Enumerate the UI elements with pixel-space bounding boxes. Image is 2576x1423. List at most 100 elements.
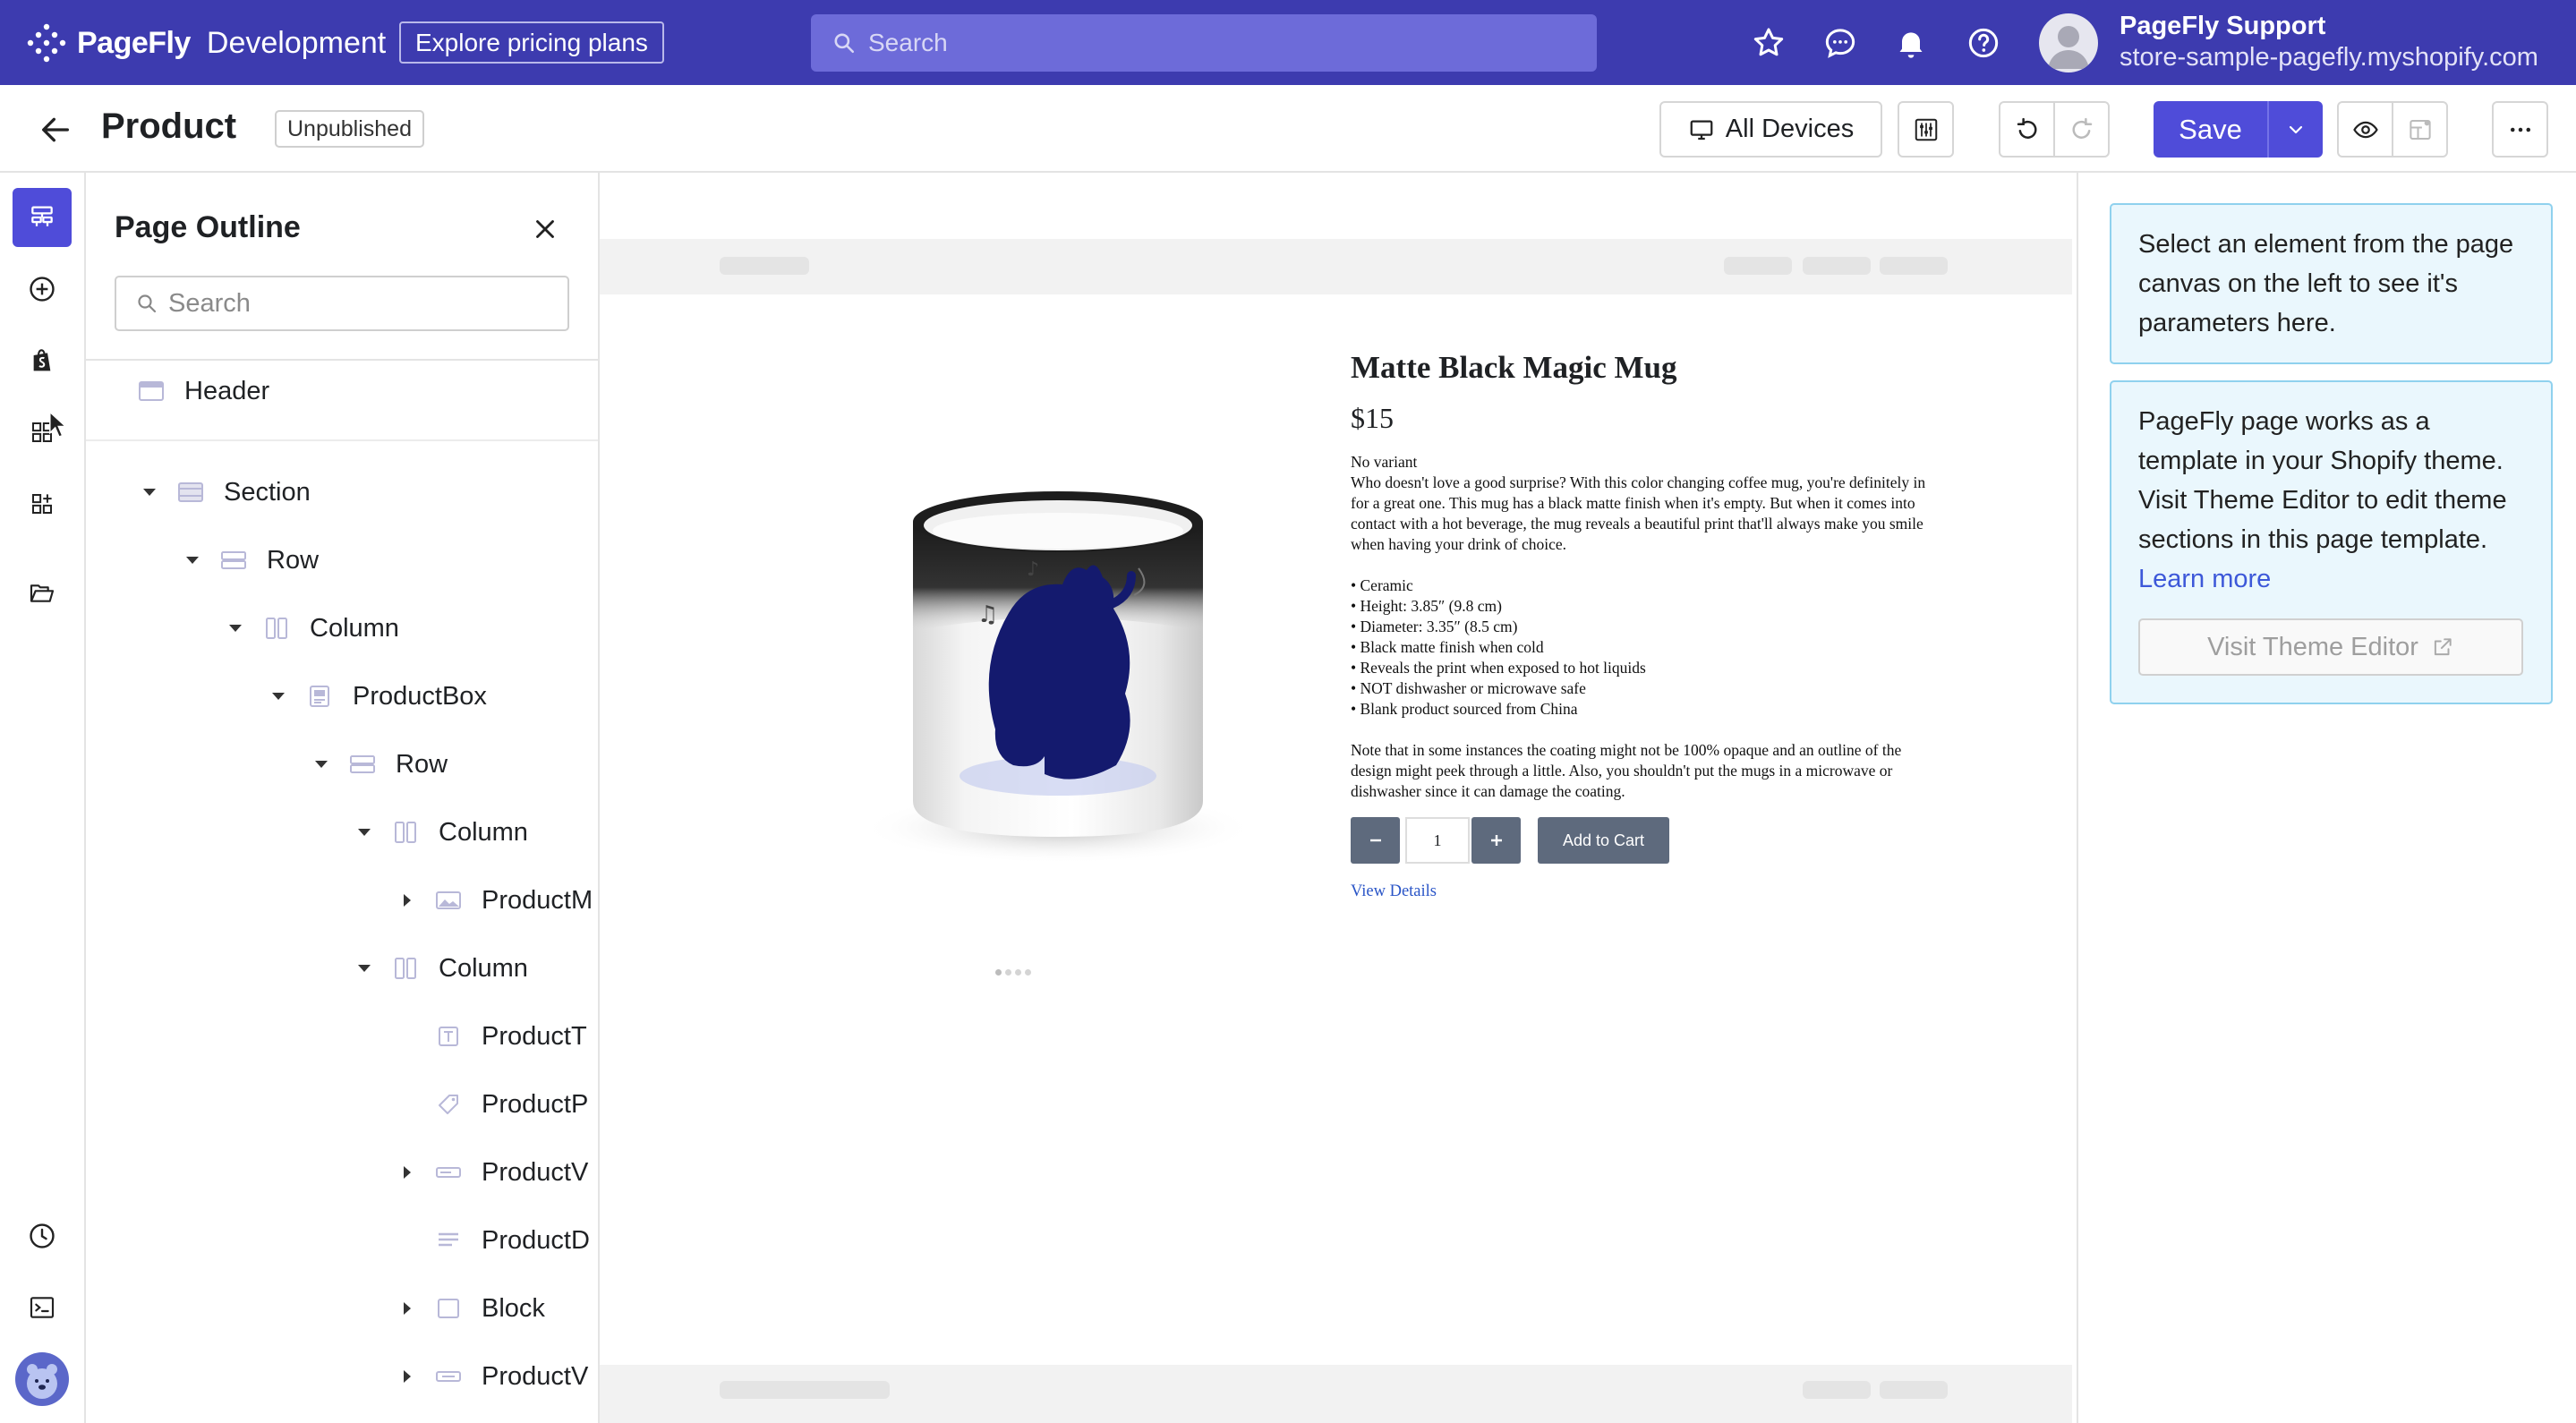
tree-item-product-price[interactable]: ProductP [399,1082,588,1127]
mascot-avatar-icon [15,1352,69,1406]
more-options-button[interactable] [2492,101,2548,158]
console-rail-button[interactable] [13,1278,72,1337]
avatar[interactable] [13,1350,72,1409]
row-icon [221,551,246,569]
column-icon [395,822,416,843]
help-icon[interactable] [1966,25,2001,61]
caret-down-icon[interactable] [356,960,372,976]
outline-search-input[interactable] [168,288,544,319]
tree-item-column[interactable]: Column [356,946,528,991]
image-carousel-dots[interactable] [995,969,1031,976]
history-icon [30,1223,55,1248]
brand-name: PageFly [77,25,191,60]
apps-rail-button[interactable] [13,474,72,533]
publish-button[interactable] [2392,101,2448,158]
skeleton-bar [1803,1381,1871,1399]
user-store[interactable]: store-sample-pagefly.myshopify.com [2120,43,2538,72]
search-icon [138,294,157,313]
tree-item-label: ProductD [482,1225,590,1255]
files-rail-button[interactable] [13,564,72,623]
terminal-icon [30,1297,55,1318]
add-to-cart-button[interactable]: Add to Cart [1538,817,1669,864]
page-outline-rail-button[interactable] [13,188,72,247]
caret-right-icon[interactable] [399,1300,415,1316]
tree-item-product-title[interactable]: ProductT [399,1014,587,1059]
tree-item-product-view-more[interactable]: ProductV [399,1354,588,1399]
all-devices-button[interactable]: All Devices [1659,101,1882,158]
close-icon[interactable] [530,214,560,244]
chat-icon[interactable] [1822,25,1858,61]
price-tag-icon [439,1095,458,1114]
product-description: No variant Who doesn't love a good surpr… [1351,452,1941,822]
caret-down-icon[interactable] [227,620,243,636]
page-title: Product [101,107,237,146]
tree-item-header[interactable]: Header [138,369,269,413]
tree-item-label: Block [482,1293,545,1323]
quantity-increase-button[interactable] [1471,817,1521,864]
product-note-text: Note that in some instances the coating … [1351,741,1902,800]
redo-button[interactable] [2053,101,2110,158]
skeleton-bar [1724,257,1792,275]
feature-item: • Height: 3.85″ (9.8 cm) [1351,597,1502,615]
explore-pricing-button[interactable]: Explore pricing plans [399,21,664,64]
carousel-dot[interactable] [1015,969,1021,976]
page-canvas[interactable]: ♫ ♪ Matte Black Magic Mug $15 No variant… [600,173,2077,1423]
tree-item-block[interactable]: Block [399,1286,545,1331]
caret-down-icon[interactable] [356,824,372,840]
tree-item-product-description[interactable]: ProductD [399,1218,590,1263]
star-icon[interactable] [1751,25,1787,61]
theme-header-placeholder [600,239,2072,294]
visit-theme-editor-button[interactable]: Visit Theme Editor [2138,618,2523,676]
caret-right-icon[interactable] [399,892,415,908]
tree-item-label: Header [184,376,270,405]
history-rail-button[interactable] [13,1206,72,1265]
undo-button[interactable] [1999,101,2055,158]
learn-more-link[interactable]: Learn more [2138,559,2524,599]
settings-sliders-button[interactable] [1898,101,1954,158]
tree-item-productbox[interactable]: ProductBox [270,674,487,719]
carousel-dot[interactable] [995,969,1002,976]
add-element-icon [30,277,55,302]
carousel-dot[interactable] [1005,969,1011,976]
tree-item-row[interactable]: Row [184,538,319,583]
tree-item-product-variant[interactable]: ProductV [399,1150,588,1195]
global-search-input[interactable]: Search [811,14,1597,72]
back-arrow-icon[interactable] [38,112,73,148]
caret-right-icon[interactable] [399,1368,415,1385]
tree-item-column[interactable]: Column [356,810,528,855]
tree-item-column[interactable]: Column [227,606,399,651]
preview-button[interactable] [2337,101,2393,158]
skeleton-bar [720,257,809,275]
view-details-link[interactable]: View Details [1351,882,1437,901]
column-icon [395,958,416,979]
carousel-dot[interactable] [1025,969,1031,976]
tree-item-product-media[interactable]: ProductM [399,878,593,923]
theme-footer-placeholder [600,1365,2072,1423]
outline-search-field[interactable] [115,276,569,331]
all-devices-label: All Devices [1725,115,1855,143]
outline-divider [86,359,598,361]
bell-icon[interactable] [1893,25,1929,61]
caret-down-icon[interactable] [313,756,329,772]
tree-item-section[interactable]: Section [141,470,311,515]
caret-down-icon[interactable] [184,552,200,568]
feature-item: • Black matte finish when cold [1351,638,1544,656]
mouse-cursor-icon [49,411,68,439]
quantity-input[interactable]: 1 [1405,817,1470,864]
tree-item-label: ProductM [482,885,593,915]
brand[interactable]: PageFly Development [25,21,386,64]
user-name[interactable]: PageFly Support [2120,12,2325,41]
save-button[interactable]: Save [2154,101,2267,158]
caret-down-icon[interactable] [141,484,158,500]
tree-item-row[interactable]: Row [313,742,448,787]
visit-theme-editor-label: Visit Theme Editor [2207,633,2418,661]
user-avatar[interactable] [2039,13,2098,72]
caret-down-icon[interactable] [270,688,286,704]
quantity-decrease-button[interactable] [1351,817,1400,864]
add-element-rail-button[interactable] [13,260,72,319]
shopify-rail-button[interactable] [13,331,72,390]
eye-icon [2352,121,2378,138]
caret-right-icon[interactable] [399,1164,415,1180]
product-image[interactable]: ♫ ♪ [843,461,1273,882]
save-options-dropdown[interactable] [2267,101,2323,158]
